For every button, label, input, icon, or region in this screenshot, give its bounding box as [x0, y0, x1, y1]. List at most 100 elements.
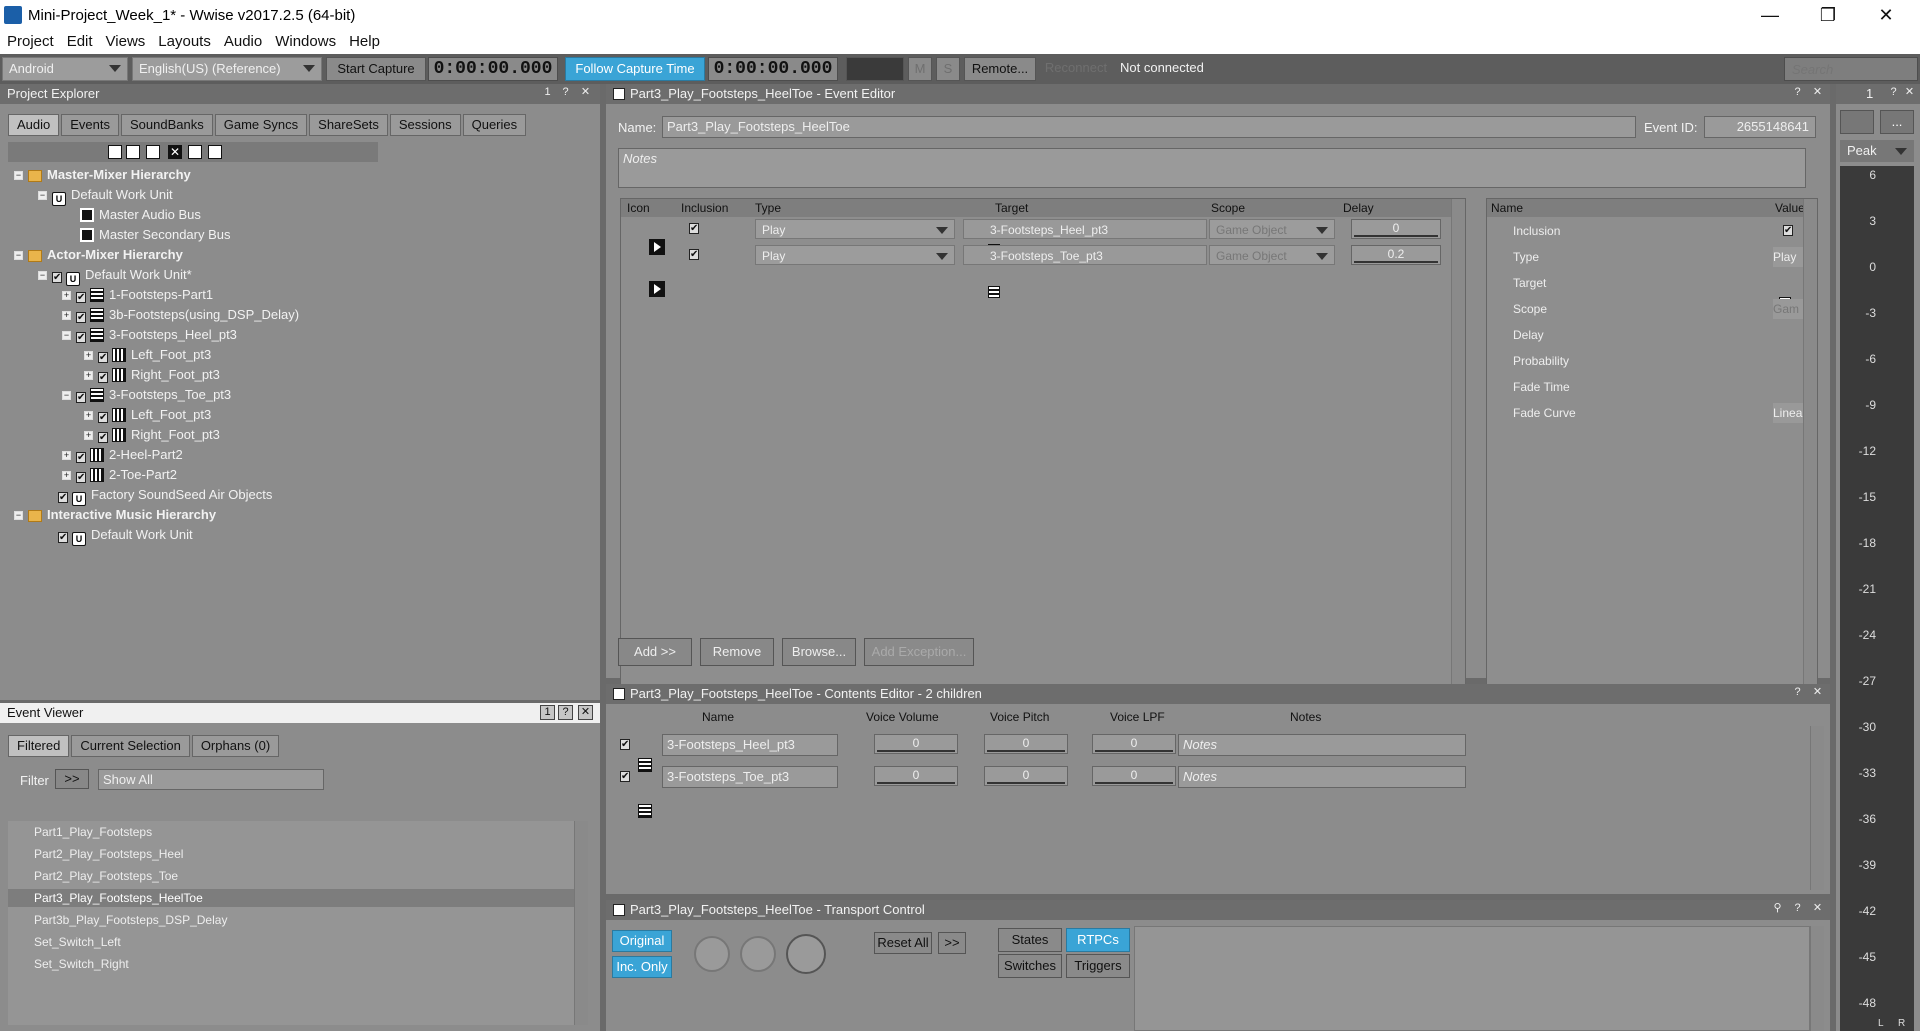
close-button[interactable]: ✕ [1858, 0, 1914, 30]
stop-icon[interactable] [694, 936, 730, 972]
menu-layouts[interactable]: Layouts [151, 30, 217, 50]
event-item[interactable]: Part1_Play_Footsteps [8, 823, 574, 841]
inc-only-toggle[interactable]: Inc. Only [612, 956, 672, 978]
close-icon[interactable]: ✕ [1810, 902, 1825, 917]
delay-slider[interactable]: 0 [1351, 219, 1441, 239]
meter-toggle[interactable] [846, 57, 904, 81]
menu-help[interactable]: Help [342, 30, 386, 50]
tab-game-syncs[interactable]: Game Syncs [214, 114, 308, 136]
tab-sessions[interactable]: Sessions [389, 114, 461, 136]
follow-capture-time-button[interactable]: Follow Capture Time [565, 57, 705, 81]
delete-icon[interactable]: ✕ [168, 145, 182, 159]
child-name-field[interactable]: 3-Footsteps_Heel_pt3 [662, 734, 838, 756]
tab-sharesets[interactable]: ShareSets [309, 114, 388, 136]
voice-lpf-slider[interactable]: 0 [1092, 766, 1176, 786]
scope-dropdown[interactable]: Game Object [1209, 245, 1335, 265]
inclusion-checkbox[interactable]: ✔ [620, 771, 630, 782]
prop-inclusion-checkbox[interactable]: ✔ [1783, 225, 1793, 236]
col-inclusion[interactable]: Inclusion [681, 199, 728, 217]
new-switch-icon[interactable] [146, 145, 160, 159]
transport-scrollbar[interactable] [1810, 926, 1824, 1031]
tree-item[interactable]: − Actor-Mixer Hierarchy [14, 246, 183, 264]
target-field[interactable]: 3-Footsteps_Heel_pt3 [963, 219, 1207, 239]
voice-volume-slider[interactable]: 0 [874, 766, 958, 786]
tab-audio[interactable]: Audio [8, 114, 60, 136]
tree-item[interactable]: + ✔ Right_Foot_pt3 [84, 426, 220, 444]
add-exception-button[interactable]: Add Exception... [864, 638, 974, 666]
menu-edit[interactable]: Edit [60, 30, 99, 50]
switches-button[interactable]: Switches [998, 954, 1062, 978]
rtpcs-button[interactable]: RTPCs [1066, 928, 1130, 952]
type-dropdown[interactable]: Play [755, 245, 955, 265]
tree-item[interactable]: − ✔ 3-Footsteps_Heel_pt3 [62, 326, 237, 344]
meter-settings-icon[interactable] [1840, 110, 1874, 134]
remote-button[interactable]: Remote... [964, 57, 1036, 81]
help-icon[interactable]: ? [558, 86, 573, 101]
voice-pitch-slider[interactable]: 0 [984, 734, 1068, 754]
target-field[interactable]: 3-Footsteps_Toe_pt3 [963, 245, 1207, 265]
child-name-field[interactable]: 3-Footsteps_Toe_pt3 [662, 766, 838, 788]
pause-icon[interactable] [740, 936, 776, 972]
new-sound-icon[interactable] [188, 145, 202, 159]
tree-item[interactable]: + ✔ 3b-Footsteps(using_DSP_Delay) [62, 306, 299, 324]
transport-more-button[interactable]: >> [938, 932, 966, 954]
help-icon[interactable]: ? [1790, 686, 1805, 701]
col-target[interactable]: Target [995, 199, 1028, 217]
tree-item[interactable]: + ✔ Left_Foot_pt3 [84, 406, 211, 424]
inclusion-checkbox[interactable]: ✔ [620, 739, 630, 750]
voice-volume-slider[interactable]: 0 [874, 734, 958, 754]
menu-audio[interactable]: Audio [217, 30, 268, 50]
col-value[interactable]: Value [1775, 199, 1805, 217]
add-button[interactable]: Add >> [618, 638, 692, 666]
pin-icon[interactable]: 1 [540, 86, 555, 101]
inclusion-checkbox[interactable]: ✔ [689, 249, 699, 260]
remove-button[interactable]: Remove [700, 638, 774, 666]
filter-expand-button[interactable]: >> [55, 769, 89, 789]
search-input[interactable] [1784, 57, 1918, 81]
reset-all-button[interactable]: Reset All [874, 932, 932, 954]
new-blend-icon[interactable] [108, 145, 122, 159]
help-icon[interactable]: ? [1790, 902, 1805, 917]
voice-lpf-slider[interactable]: 0 [1092, 734, 1176, 754]
tree-item[interactable]: + ✔ 2-Toe-Part2 [62, 466, 177, 484]
meter-more-button[interactable]: ... [1880, 110, 1914, 134]
menu-views[interactable]: Views [99, 30, 152, 50]
help-icon[interactable]: ? [558, 705, 573, 720]
col-notes[interactable]: Notes [1290, 708, 1321, 726]
contents-scrollbar[interactable] [1810, 726, 1824, 890]
action-row[interactable]: ✔ Play 3-Footsteps_Heel_pt3 Game Object … [621, 217, 1465, 256]
child-notes-field[interactable]: Notes [1178, 766, 1466, 788]
scope-dropdown[interactable]: Game Object [1209, 219, 1335, 239]
delay-slider[interactable]: 0.2 [1351, 245, 1441, 265]
prop-value[interactable]: Play [1773, 247, 1803, 267]
tab-current-selection[interactable]: Current Selection [71, 735, 190, 757]
type-dropdown[interactable]: Play [755, 219, 955, 239]
tab-orphans[interactable]: Orphans (0) [191, 735, 280, 757]
play-icon[interactable] [786, 934, 826, 974]
tree-item[interactable]: + ✔ Right_Foot_pt3 [84, 366, 220, 384]
action-list-scrollbar[interactable] [1451, 199, 1465, 715]
inclusion-checkbox[interactable]: ✔ [689, 223, 699, 234]
pin-icon[interactable]: 1 [540, 705, 555, 720]
tab-events[interactable]: Events [61, 114, 119, 136]
mute-button[interactable]: M [908, 57, 932, 81]
col-scope[interactable]: Scope [1211, 199, 1245, 217]
tree-item[interactable]: − ✔ U Default Work Unit* [38, 266, 192, 286]
tree-item[interactable]: − ✔ 3-Footsteps_Toe_pt3 [62, 386, 231, 404]
new-music-icon[interactable] [208, 145, 222, 159]
property-list-scrollbar[interactable] [1803, 199, 1817, 715]
tab-soundbanks[interactable]: SoundBanks [121, 114, 213, 136]
event-item[interactable]: Part2_Play_Footsteps_Toe [8, 867, 574, 885]
child-notes-field[interactable]: Notes [1178, 734, 1466, 756]
close-icon[interactable]: ✕ [1902, 86, 1917, 101]
minimize-button[interactable]: — [1742, 0, 1798, 30]
col-type[interactable]: Type [755, 199, 781, 217]
close-icon[interactable]: ✕ [578, 705, 593, 720]
help-icon[interactable]: ? [1886, 86, 1901, 101]
prop-value[interactable]: Gam [1773, 299, 1803, 319]
tree-item[interactable]: ✔ U Factory SoundSeed Air Objects [58, 486, 272, 506]
tree-item[interactable]: − Interactive Music Hierarchy [14, 506, 216, 524]
event-list-scrollbar[interactable] [574, 821, 588, 1025]
triggers-button[interactable]: Triggers [1066, 954, 1130, 978]
new-random-icon[interactable] [126, 145, 140, 159]
